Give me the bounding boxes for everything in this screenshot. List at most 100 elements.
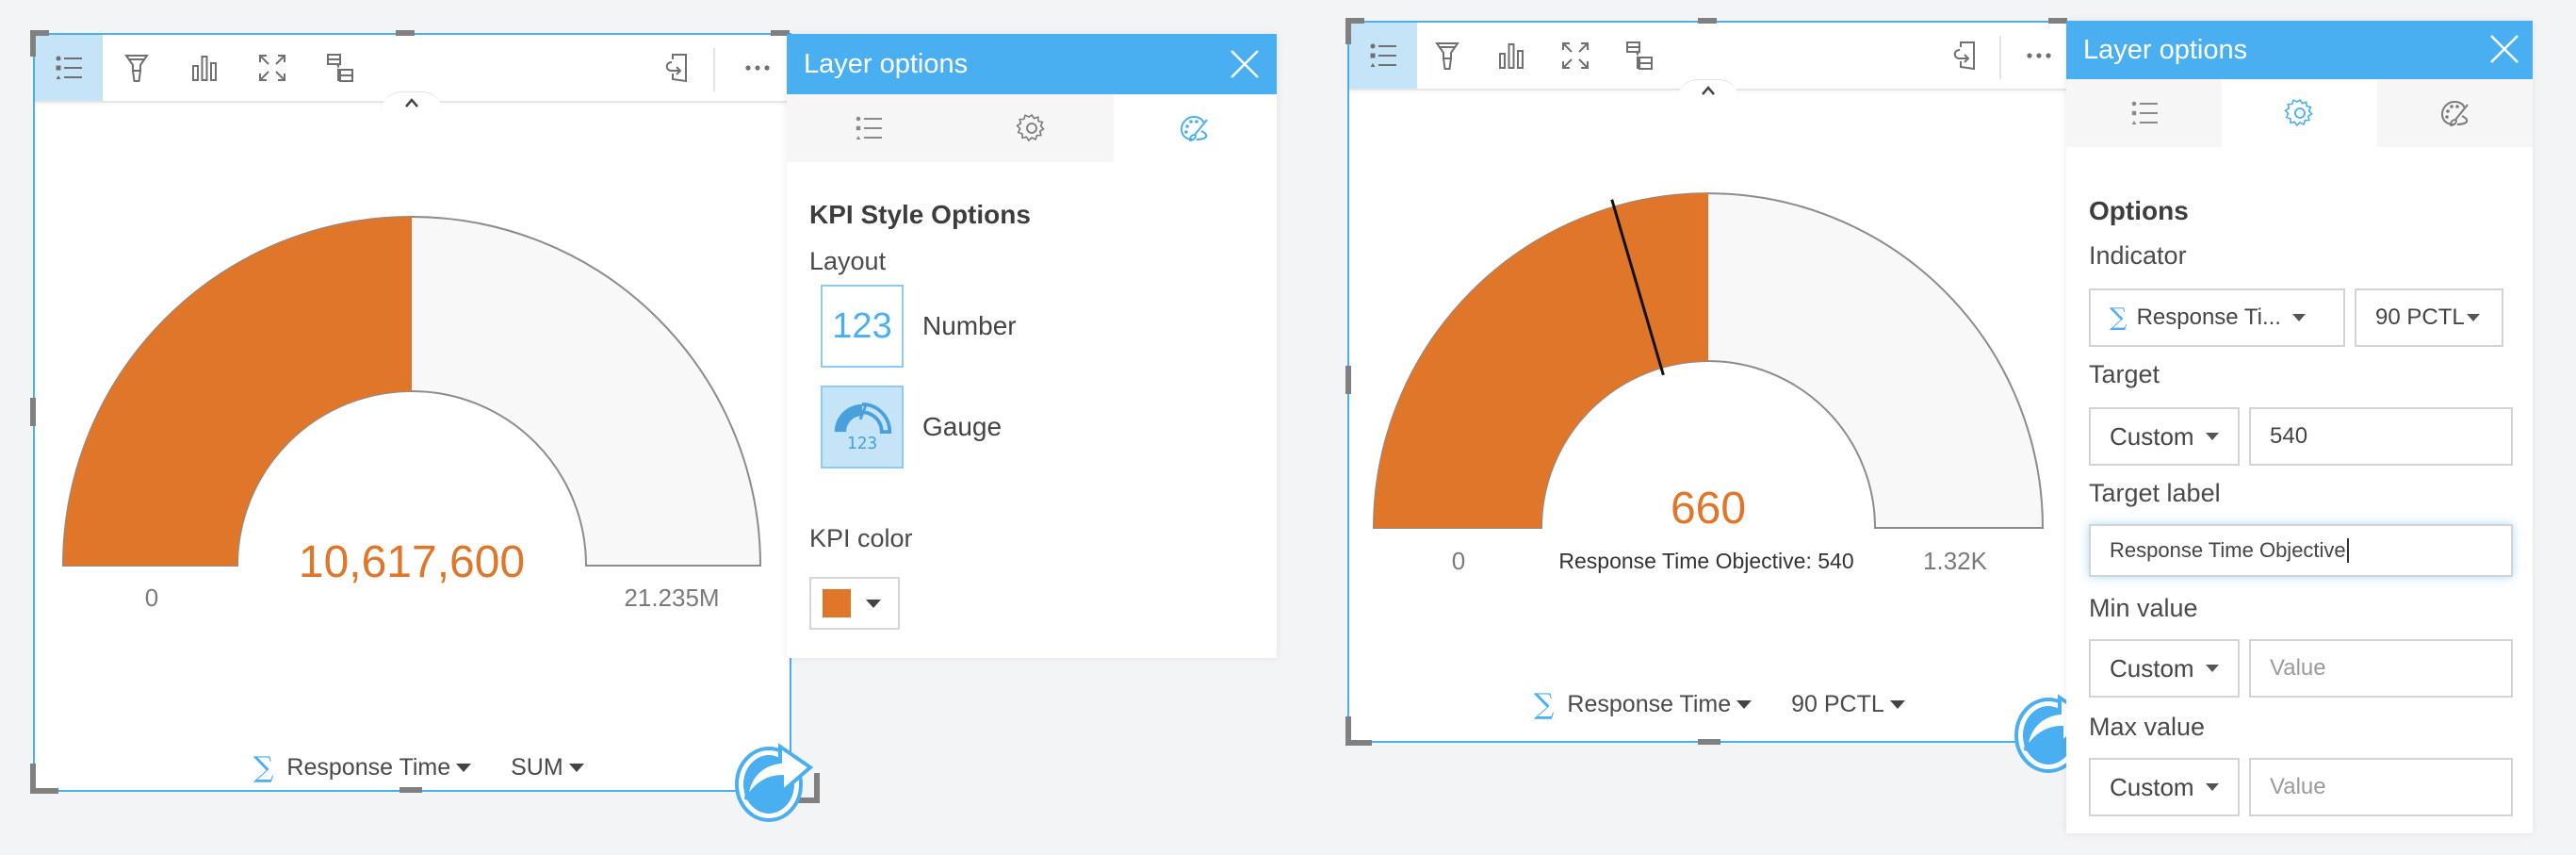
caret-down-icon (568, 764, 584, 772)
statistic-dropdown[interactable]: SUM (511, 754, 584, 781)
gear-icon (1016, 113, 1045, 142)
min-value-input[interactable]: Value (2249, 639, 2513, 698)
gauge-thumbnail: 123 (821, 386, 904, 469)
target-label: Target (2089, 360, 2160, 388)
resize-handle-top-left[interactable] (1345, 18, 1351, 44)
sigma-icon: ∑ (253, 751, 274, 784)
section-title: KPI Style Options (809, 200, 1031, 229)
panel-header: Layer options (2066, 21, 2533, 79)
card-footer: ∑ Response Time 90 PCTL (1534, 688, 1905, 721)
gauge-icon (834, 402, 892, 434)
panel-title: Layer options (2083, 34, 2248, 65)
layout-option-gauge[interactable]: 123 Gauge (821, 386, 1002, 469)
max-value-label: Max value (2089, 713, 2206, 741)
layout-option-label: Gauge (922, 412, 1003, 441)
field-label: Response Time (1567, 691, 1732, 717)
tab-style[interactable] (2377, 79, 2533, 147)
tab-style[interactable] (1113, 94, 1277, 162)
gauge-max-label: 1.32K (1923, 547, 1987, 575)
field-dropdown[interactable]: ∑ Response Time (1534, 688, 1753, 721)
caret-down-icon (1736, 700, 1753, 709)
resize-handle-left[interactable] (1345, 366, 1351, 394)
tab-options[interactable] (2222, 79, 2377, 147)
indicator-label: Indicator (2089, 241, 2187, 270)
text-cursor (2346, 538, 2349, 563)
gauge-max-label: 21.235M (624, 584, 720, 612)
tab-legend[interactable] (787, 94, 951, 162)
resize-handle-bottom-left[interactable] (1345, 716, 1351, 746)
statistic-dropdown[interactable]: 90 PCTL (1791, 691, 1905, 718)
kpi-card-sum[interactable]: 10,617,600 0 21.235M ∑ Response Time SUM (33, 33, 791, 792)
layout-option-label: Number (922, 311, 1017, 340)
resize-handle-top-right[interactable] (2048, 18, 2067, 24)
caret-down-icon (2291, 314, 2306, 321)
layout-label: Layout (809, 247, 887, 275)
max-type-value: Custom (2110, 772, 2194, 801)
target-label-heading: Target label (2089, 479, 2221, 507)
min-value-label: Min value (2089, 594, 2198, 622)
caret-down-icon (2205, 783, 2219, 791)
indicator-statistic-value: 90 PCTL (2375, 304, 2465, 330)
field-label: Response Time (286, 754, 451, 781)
gauge-target-label: Response Time Objective: 540 (1558, 549, 1854, 573)
indicator-field-dropdown[interactable]: ∑ Response Ti... (2089, 288, 2345, 347)
min-value-placeholder: Value (2270, 655, 2326, 681)
gauge-value: 660 (1670, 484, 1747, 534)
indicator-field-value: Response Ti... (2136, 304, 2281, 330)
panel-body: KPI Style Options Layout 123 Number 123 … (787, 162, 1277, 658)
target-type-value: Custom (2110, 421, 2194, 451)
gear-icon (2283, 98, 2313, 127)
sigma-icon: ∑ (2110, 304, 2128, 332)
max-value-type-dropdown[interactable]: Custom (2089, 758, 2240, 816)
panel-title: Layer options (804, 48, 969, 79)
caret-down-icon (866, 599, 881, 608)
color-swatch (823, 589, 851, 617)
share-arrow-icon (735, 743, 814, 822)
target-type-dropdown[interactable]: Custom (2089, 407, 2240, 466)
resize-handle-bottom[interactable] (399, 787, 422, 793)
caret-down-icon (1889, 700, 1905, 709)
statistic-label: SUM (511, 754, 563, 781)
resize-handle-top-left[interactable] (30, 30, 36, 57)
palette-icon (2440, 100, 2469, 126)
tab-legend[interactable] (2066, 79, 2222, 147)
close-icon[interactable] (2487, 32, 2521, 66)
number-thumbnail: 123 (821, 285, 904, 368)
layout-option-number[interactable]: 123 Number (821, 285, 1017, 368)
gauge-chart (61, 216, 762, 567)
target-label-input[interactable]: Response Time Objective (2089, 524, 2513, 577)
panel-body: Options Indicator ∑ Response Ti... 90 PC… (2066, 147, 2533, 833)
palette-icon (1181, 115, 1209, 141)
kpi-card-percentile[interactable]: 660 0 Response Time Objective: 540 1.32K… (1347, 21, 2071, 743)
field-dropdown[interactable]: ∑ Response Time (253, 751, 472, 784)
legend-list-icon (2131, 101, 2158, 124)
resize-handle-top[interactable] (1698, 18, 1717, 24)
target-value-text: 540 (2270, 423, 2308, 449)
gauge-value: 10,617,600 (298, 537, 526, 587)
tab-options[interactable] (950, 94, 1114, 162)
min-type-value: Custom (2110, 653, 2194, 682)
close-icon[interactable] (1228, 47, 1262, 81)
indicator-statistic-dropdown[interactable]: 90 PCTL (2355, 288, 2503, 347)
gauge-chart (1372, 192, 2045, 529)
panel-tabs (2066, 79, 2533, 147)
max-value-input[interactable]: Value (2249, 758, 2513, 816)
kpi-color-picker[interactable] (809, 577, 900, 630)
share-button[interactable] (726, 735, 820, 830)
share-button[interactable] (2005, 686, 2071, 781)
caret-down-icon (456, 764, 472, 772)
section-title: Options (2089, 196, 2189, 225)
panel-tabs (787, 94, 1277, 162)
target-value-input[interactable]: 540 (2249, 407, 2513, 466)
share-arrow-icon (2014, 694, 2071, 773)
gauge-thumb-number: 123 (846, 433, 878, 453)
resize-handle-top[interactable] (396, 30, 415, 36)
gauge-min-label: 0 (1451, 547, 1466, 575)
card-footer: ∑ Response Time SUM (253, 751, 584, 784)
gauge-value-fill (63, 216, 413, 566)
resize-handle-bottom[interactable] (1698, 739, 1720, 745)
min-value-type-dropdown[interactable]: Custom (2089, 639, 2240, 698)
resize-handle-bottom-left[interactable] (30, 764, 36, 794)
number-icon: 123 (832, 305, 892, 346)
resize-handle-left[interactable] (30, 398, 36, 426)
